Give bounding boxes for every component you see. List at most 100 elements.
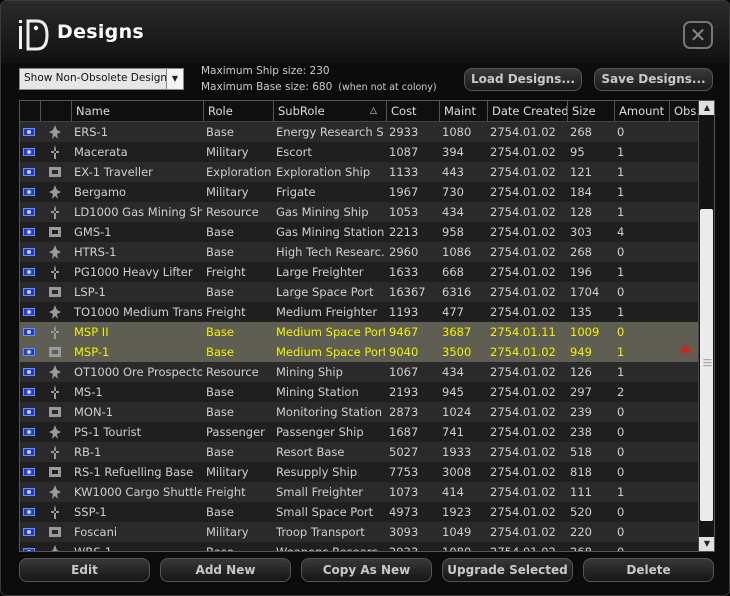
delete-button[interactable]: Delete xyxy=(583,558,714,582)
cell-subrole: Energy Research S... xyxy=(276,125,385,139)
cell-role: Military xyxy=(206,465,249,479)
cell-date-created: 2754.01.02 xyxy=(490,225,556,239)
cell-date-created: 2754.01.02 xyxy=(490,445,556,459)
table-row[interactable]: Bergamo Military Frigate 1967 730 2754.01.02 1… xyxy=(20,182,698,202)
table-row[interactable]: MS-1 Base Mining Station 2193 945 2754.01.02 2… xyxy=(20,382,698,402)
table-row[interactable]: OT1000 Ore Prospector Resource Mining Ship… xyxy=(20,362,698,382)
empire-flag-icon xyxy=(23,128,35,136)
column-header-icon[interactable] xyxy=(40,101,71,121)
table-header: Name Role SubRole △ Cost Maint Date Crea… xyxy=(20,101,698,122)
cell-subrole: Monitoring Station xyxy=(276,405,383,419)
add-new-button[interactable]: Add New xyxy=(160,558,291,582)
copy-as-new-button[interactable]: Copy As New xyxy=(301,558,432,582)
obsolete-marker xyxy=(680,262,698,282)
cell-cost: 2193 xyxy=(389,385,419,399)
cell-role: Base xyxy=(206,345,235,359)
table-row[interactable]: LSP-1 Base Large Space Port 16367 6316 2754.0… xyxy=(20,282,698,302)
cell-role: Base xyxy=(206,545,235,552)
cell-maint: 1024 xyxy=(442,405,472,419)
max-ship-size-label: Maximum Ship size: 230 xyxy=(201,65,330,77)
cell-name: MSP-1 xyxy=(74,345,110,359)
column-header-amount[interactable]: Amount xyxy=(614,101,669,121)
max-base-size-text: Maximum Base size: 680 xyxy=(201,81,333,93)
cell-maint: 1933 xyxy=(442,445,472,459)
cell-date-created: 2754.01.02 xyxy=(490,305,556,319)
designs-window: Designs ✕ Show Non-Obsolete Designs ▼ Ma… xyxy=(0,0,730,596)
table-row[interactable]: ERS-1 Base Energy Research S... 2933 1080 275… xyxy=(20,122,698,142)
edit-button[interactable]: Edit xyxy=(19,558,150,582)
cell-role: Resource xyxy=(206,205,259,219)
cell-date-created: 2754.01.02 xyxy=(490,485,556,499)
filter-selected-value: Show Non-Obsolete Designs xyxy=(24,72,173,84)
cell-date-created: 2754.01.02 xyxy=(490,165,556,179)
ship-silhouette-icon xyxy=(51,505,59,519)
load-designs-button[interactable]: Load Designs... xyxy=(464,68,582,91)
obsolete-marker xyxy=(680,202,698,222)
column-header-maint[interactable]: Maint xyxy=(439,101,487,121)
column-header-flag[interactable] xyxy=(20,101,40,121)
cell-size: 268 xyxy=(570,125,592,139)
empire-flag-icon xyxy=(23,368,35,376)
table-row[interactable]: GMS-1 Base Gas Mining Station 2213 958 2754.0… xyxy=(20,222,698,242)
obsolete-marker xyxy=(680,162,698,182)
table-row[interactable]: Foscani Military Troop Transport 3093 1049 27… xyxy=(20,522,698,542)
cell-maint: 958 xyxy=(442,225,464,239)
cell-size: 303 xyxy=(570,225,592,239)
table-row[interactable]: RS-1 Refuelling Base Military Resupply Shi… xyxy=(20,462,698,482)
cell-cost: 2873 xyxy=(389,405,419,419)
cell-date-created: 2754.01.02 xyxy=(490,185,556,199)
close-icon[interactable]: ✕ xyxy=(683,21,713,49)
vertical-scrollbar[interactable]: ▲ — — — ▼ xyxy=(698,101,714,551)
column-header-date-created[interactable]: Date Created xyxy=(487,101,567,121)
table-row[interactable]: PG1000 Heavy Lifter Freight Large Freighte… xyxy=(20,262,698,282)
column-header-obsolete[interactable]: Obs... xyxy=(669,101,698,121)
cell-maint: 1086 xyxy=(442,245,472,259)
save-designs-button[interactable]: Save Designs... xyxy=(594,68,713,91)
cell-date-created: 2754.01.02 xyxy=(490,345,556,359)
obsolete-marker xyxy=(680,182,698,202)
table-row[interactable]: PS-1 Tourist Passenger Passenger Ship 1687 7… xyxy=(20,422,698,442)
filter-dropdown[interactable]: Show Non-Obsolete Designs ▼ xyxy=(19,68,184,90)
cell-role: Passenger xyxy=(206,425,265,439)
table-row[interactable]: SSP-1 Base Small Space Port 4973 1923 2754.01… xyxy=(20,502,698,522)
table-row[interactable]: MON-1 Base Monitoring Station 2873 1024 2754.… xyxy=(20,402,698,422)
table-body: ERS-1 Base Energy Research S... 2933 1080 275… xyxy=(20,122,698,552)
table-row[interactable]: Macerata Military Escort 1087 394 2754.01.02 9… xyxy=(20,142,698,162)
cell-size: 1009 xyxy=(570,325,600,339)
table-row[interactable]: WRS-1 Base Weapons Researc... 2933 1080 2754.… xyxy=(20,542,698,552)
column-header-size[interactable]: Size xyxy=(567,101,614,121)
scroll-up-icon[interactable]: ▲ xyxy=(699,101,714,115)
cell-name: WRS-1 xyxy=(74,545,113,552)
cell-size: 949 xyxy=(570,345,592,359)
table-row[interactable]: EX-1 Traveller Exploration Exploration Shi… xyxy=(20,162,698,182)
table-row[interactable]: TO1000 Medium Trans... Freight Medium Frei… xyxy=(20,302,698,322)
scrollbar-thumb[interactable]: — — — xyxy=(700,209,713,521)
column-header-role[interactable]: Role xyxy=(203,101,273,121)
table-row[interactable]: HTRS-1 Base High Tech Researc... 2960 1086 27… xyxy=(20,242,698,262)
cell-amount: 1 xyxy=(617,205,625,219)
ship-silhouette-icon xyxy=(49,527,61,537)
table-row[interactable]: LD1000 Gas Mining Ship Resource Gas Mining… xyxy=(20,202,698,222)
empire-flag-icon xyxy=(23,388,35,396)
cell-size: 238 xyxy=(570,425,592,439)
obsolete-marker xyxy=(680,122,698,142)
table-row[interactable]: MSP-1 Base Medium Space Port 9040 3500 2754.0… xyxy=(20,342,698,362)
cell-maint: 741 xyxy=(442,425,464,439)
ship-silhouette-icon xyxy=(51,205,59,219)
cell-amount: 0 xyxy=(617,325,625,339)
scroll-down-icon[interactable]: ▼ xyxy=(699,537,714,551)
cell-amount: 0 xyxy=(617,525,625,539)
ship-silhouette-icon xyxy=(49,245,61,259)
column-header-cost[interactable]: Cost xyxy=(386,101,439,121)
cell-maint: 668 xyxy=(442,265,464,279)
table-row[interactable]: RB-1 Base Resort Base 5027 1933 2754.01.02 518… xyxy=(20,442,698,462)
column-header-name[interactable]: Name xyxy=(71,101,203,121)
obsolete-marker xyxy=(680,302,698,322)
grip-icon: — — — xyxy=(703,355,712,371)
upgrade-selected-button[interactable]: Upgrade Selected xyxy=(442,558,573,582)
cell-maint: 1049 xyxy=(442,525,472,539)
table-row[interactable]: MSP II Base Medium Space Port 9467 3687 2754.… xyxy=(20,322,698,342)
table-row[interactable]: KW1000 Cargo Shuttle Freight Small Freight… xyxy=(20,482,698,502)
cell-maint: 6316 xyxy=(442,285,472,299)
chevron-down-icon[interactable]: ▼ xyxy=(166,69,183,89)
